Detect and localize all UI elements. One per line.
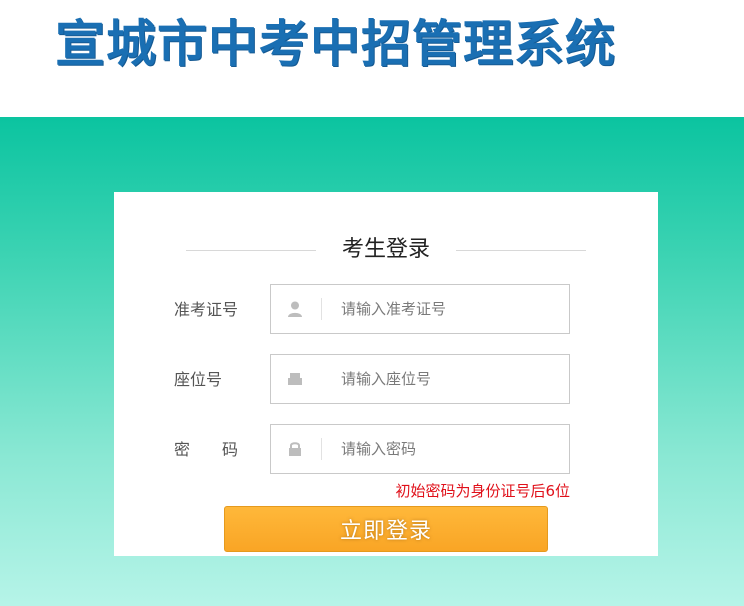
exam-number-label: 准考证号	[174, 300, 239, 319]
lock-icon	[289, 442, 301, 456]
login-button[interactable]: 立即登录	[224, 506, 548, 552]
user-icon	[288, 301, 302, 317]
exam-number-input[interactable]	[331, 285, 571, 333]
field-separator	[321, 438, 322, 460]
password-label: 密 码	[174, 440, 239, 459]
field-separator	[321, 298, 322, 320]
seat-number-input[interactable]	[331, 355, 571, 403]
exam-number-field[interactable]	[270, 284, 571, 334]
password-input[interactable]	[331, 425, 571, 473]
password-hint: 初始密码为身份证号后6位	[395, 482, 570, 500]
seat-icon	[288, 373, 302, 385]
seat-number-field[interactable]	[270, 354, 571, 404]
header: 宣城市中考中招管理系统	[0, 0, 744, 117]
site-title: 宣城市中考中招管理系统	[55, 15, 616, 73]
login-card: 考生登录 准考证号 座位号 密 码 初始密码为身份证号后6位 立即登录	[114, 192, 658, 556]
login-title: 考生登录	[114, 234, 658, 266]
seat-number-label: 座位号	[174, 370, 223, 389]
password-field[interactable]	[270, 424, 571, 474]
